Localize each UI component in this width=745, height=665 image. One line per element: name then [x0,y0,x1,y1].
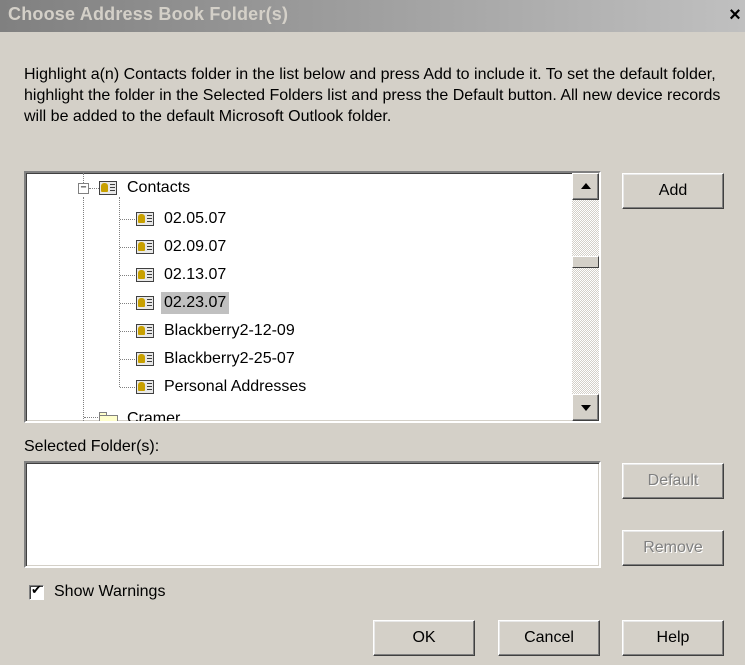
cancel-button[interactable]: Cancel [498,620,600,656]
contacts-folder-icon [136,323,156,339]
tree-item-blackberry2-12-09[interactable]: Blackberry2-12-09 [136,318,298,344]
tree-item-02-23-07[interactable]: 02.23.07 [136,290,230,316]
help-button[interactable]: Help [622,620,724,656]
tree-item-cramer[interactable]: Cramer [99,406,183,421]
tree-connector [120,359,135,360]
tree-item-label: Cramer [127,410,181,421]
contacts-folder-icon [136,379,156,395]
tree-item-02-05-07[interactable]: 02.05.07 [136,206,229,232]
tree-connector [120,387,135,388]
checkmark-icon: ✔ [31,582,42,598]
tree-item-02-09-07[interactable]: 02.09.07 [136,234,229,260]
instructions-text: Highlight a(n) Contacts folder in the li… [24,66,721,125]
tree-item-label: 02.05.07 [164,210,227,227]
contacts-folder-icon [136,267,156,283]
ok-button[interactable]: OK [373,620,475,656]
folder-icon [99,412,119,421]
window-title: Choose Address Book Folder(s) [8,4,289,24]
tree-connector [89,188,99,189]
default-button[interactable]: Default [622,463,724,499]
tree-item-personal-addresses[interactable]: Personal Addresses [136,374,309,400]
contacts-folder-icon [136,211,156,227]
close-button[interactable]: × [723,2,745,28]
folder-tree[interactable]: − Contacts 02.05.07 02.09.07 02.13.07 02… [24,171,601,423]
tree-item-label: Blackberry2-25-07 [164,350,295,367]
tree-connector [120,219,135,220]
tree-item-label: Blackberry2-12-09 [164,322,295,339]
scroll-down-button[interactable] [572,394,599,421]
contacts-folder-icon [136,239,156,255]
tree-connector [120,331,135,332]
contacts-folder-icon [136,351,156,367]
tree-item-label: 02.13.07 [164,266,227,283]
tree-connector [120,303,135,304]
arrow-down-icon [581,405,591,411]
tree-vertical-scrollbar[interactable] [572,173,599,421]
contacts-folder-icon [136,295,156,311]
collapse-toggle-icon[interactable]: − [78,183,89,194]
tree-item-label: Personal Addresses [164,378,307,395]
remove-button[interactable]: Remove [622,530,724,566]
selected-folders-list[interactable] [24,461,601,568]
show-warnings-option[interactable]: ✔ Show Warnings [29,583,165,601]
tree-connector [120,275,135,276]
tree-item-02-13-07[interactable]: 02.13.07 [136,262,229,288]
title-bar: Choose Address Book Folder(s) × [0,0,745,32]
tree-item-label: 02.09.07 [164,238,227,255]
arrow-up-icon [581,183,591,189]
tree-item-blackberry2-25-07[interactable]: Blackberry2-25-07 [136,346,298,372]
show-warnings-checkbox[interactable]: ✔ [29,582,44,600]
show-warnings-label: Show Warnings [54,583,166,600]
scroll-up-button[interactable] [572,173,599,200]
scroll-thumb[interactable] [572,256,599,268]
tree-item-label-selected: 02.23.07 [161,292,230,314]
add-button[interactable]: Add [622,173,724,209]
contacts-folder-icon [99,180,119,196]
selected-folders-label: Selected Folder(s): [24,438,160,455]
tree-connector [83,197,84,421]
scroll-track[interactable] [572,200,599,394]
folder-tree-viewport: − Contacts 02.05.07 02.09.07 02.13.07 02… [26,173,572,421]
tree-item-contacts[interactable]: Contacts [99,175,193,201]
tree-connector [84,417,98,418]
tree-connector [120,247,135,248]
tree-item-label: Contacts [127,179,191,196]
